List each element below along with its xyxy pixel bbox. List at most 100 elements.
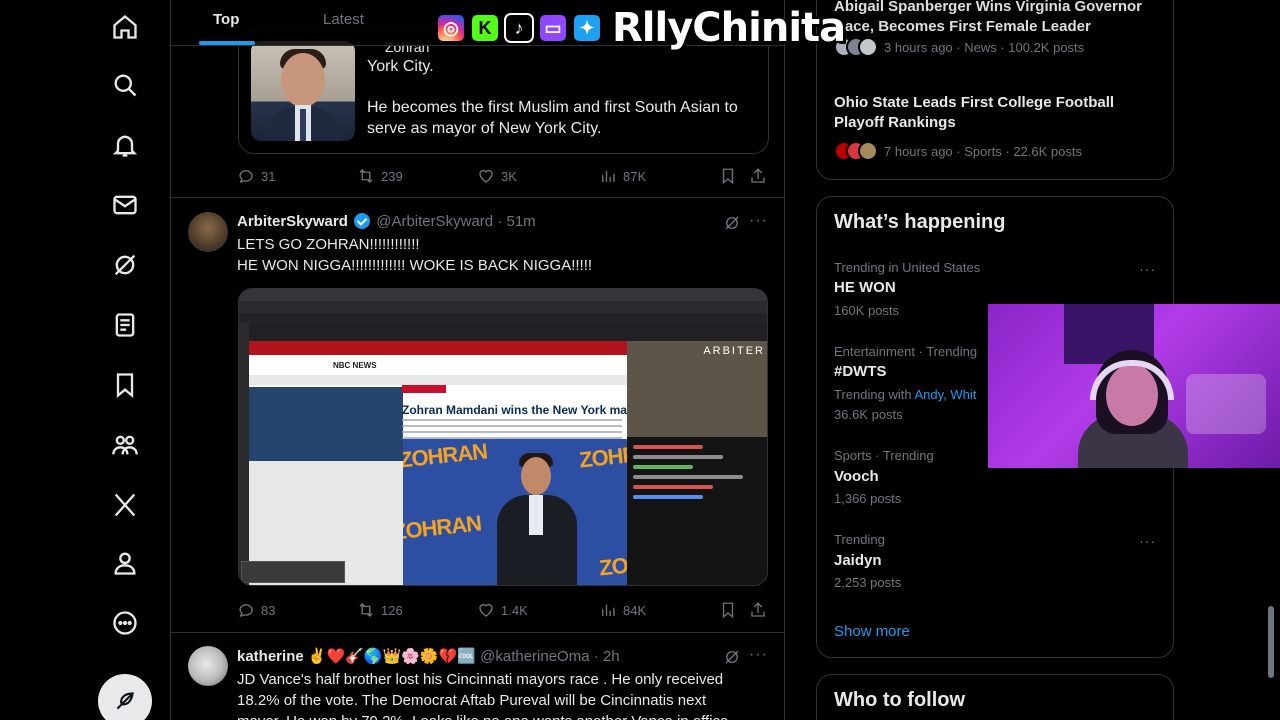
trend-count: 2,253 posts — [834, 575, 902, 590]
profile-icon[interactable] — [108, 546, 142, 580]
grok-icon[interactable] — [723, 214, 741, 232]
trend-with: Trending with Andy, Whit — [834, 387, 976, 402]
views-icon — [602, 170, 615, 182]
like-count: 3K — [501, 168, 517, 184]
display-name[interactable]: katherine ✌️❤️🎸🌎👑🌸🌼💔🆒 — [237, 648, 476, 665]
news-title[interactable]: Ohio State Leads First College Football … — [834, 93, 1154, 133]
grok-icon[interactable] — [723, 648, 741, 666]
more-options-button[interactable]: ··· — [749, 212, 768, 230]
like-button[interactable]: 1.4K — [477, 601, 528, 619]
divider — [171, 632, 784, 633]
repost-icon — [359, 169, 373, 183]
tweet-text: LETS GO ZOHRAN!!!!!!!!!!!! HE WON NIGGA!… — [237, 234, 592, 276]
instagram-icon: ◎ — [436, 13, 466, 43]
like-button[interactable]: 3K — [477, 167, 517, 185]
x-logo-icon[interactable] — [108, 488, 142, 522]
display-name[interactable]: ArbiterSkyward — [237, 213, 348, 230]
repost-icon — [359, 603, 373, 617]
show-more-link[interactable]: Show more — [834, 623, 910, 640]
reply-icon — [239, 170, 253, 184]
views-button[interactable]: 84K — [599, 601, 646, 619]
streamer-cam: ARBITER — [627, 341, 767, 437]
trend-more-button[interactable]: ··· — [1139, 533, 1156, 549]
card-text-line: He becomes the first Muslim and first So… — [367, 99, 738, 116]
tab-latest[interactable]: Latest — [323, 11, 364, 28]
search-icon[interactable] — [108, 68, 142, 102]
reply-count: 83 — [261, 602, 276, 618]
communities-icon[interactable] — [108, 428, 142, 462]
avatar-stack — [834, 141, 878, 161]
trend-name[interactable]: HE WON — [834, 279, 896, 296]
tweet-header: katherine ✌️❤️🎸🌎👑🌸🌼💔🆒 @katherineOma · 2h — [237, 647, 620, 665]
trend-name[interactable]: Vooch — [834, 468, 879, 485]
trend-with-names[interactable]: Andy, Whit — [914, 387, 976, 402]
bell-icon[interactable] — [108, 128, 142, 162]
trend-name[interactable]: Jaidyn — [834, 552, 882, 569]
more-icon[interactable] — [108, 606, 142, 640]
twitter-bird-icon: ✦ — [572, 13, 602, 43]
home-icon[interactable] — [108, 10, 142, 44]
browser-sidebar — [239, 323, 249, 585]
panel-heading: What’s happening — [834, 211, 1006, 233]
news-tag — [402, 385, 446, 393]
news-subtext — [402, 419, 622, 441]
news-title[interactable]: Abigail Spanberger Wins Virginia Governo… — [834, 0, 1154, 37]
handle-time[interactable]: @ArbiterSkyward · 51m — [376, 213, 535, 230]
post-button[interactable] — [98, 674, 152, 720]
share-button[interactable] — [749, 167, 767, 185]
active-tab-indicator — [199, 41, 255, 45]
repost-button[interactable]: 239 — [357, 167, 403, 185]
reply-button[interactable]: 83 — [237, 601, 275, 619]
mini-player — [241, 561, 345, 583]
cam-label: ARBITER — [703, 345, 765, 357]
trend-context: Sports · Trending — [834, 448, 934, 463]
twitch-icon: ▭ — [538, 13, 568, 43]
panel-heading: Who to follow — [834, 689, 966, 711]
tweet-actions: 83 126 1.4K 84K — [237, 601, 767, 621]
trend-count: 1,366 posts — [834, 491, 902, 506]
trend-context: Trending — [834, 532, 885, 547]
repost-button[interactable]: 126 — [357, 601, 403, 619]
more-options-button[interactable]: ··· — [749, 646, 768, 664]
heart-icon — [479, 603, 493, 617]
card-thumbnail — [251, 41, 355, 141]
scrollbar-thumb[interactable] — [1268, 606, 1274, 678]
trend-more-button[interactable]: ··· — [1139, 261, 1156, 277]
trend-name[interactable]: #DWTS — [834, 363, 887, 380]
tweet-actions: 31 239 3K 87K — [237, 167, 767, 187]
bookmark-button[interactable] — [719, 601, 737, 619]
card-text-line: York City. — [367, 58, 434, 75]
share-icon — [751, 168, 765, 183]
avatar[interactable] — [188, 212, 228, 252]
grok-icon[interactable] — [108, 248, 142, 282]
bookmark-button[interactable] — [719, 167, 737, 185]
poster-word: ZOHRAN — [403, 439, 489, 473]
breaking-bar — [249, 341, 627, 355]
handle-time[interactable]: @katherineOma · 2h — [480, 648, 619, 665]
streamer-handle: RllyChinita — [612, 5, 846, 51]
bookmark-icon[interactable] — [108, 368, 142, 402]
trend-context: Trending in United States — [834, 260, 981, 275]
tab-top[interactable]: Top — [213, 11, 239, 28]
who-to-follow-panel: Who to follow — [816, 674, 1174, 720]
left-nav — [0, 0, 170, 720]
news-meta-text: 3 hours ago · News · 100.2K posts — [884, 39, 1085, 55]
news-panel: Abigail Spanberger Wins Virginia Governo… — [816, 0, 1174, 180]
tweet-text-line: JD Vance's half brother lost his Cincinn… — [237, 671, 724, 688]
tweet-header: ArbiterSkyward @ArbiterSkyward · 51m — [237, 213, 536, 230]
mail-icon[interactable] — [108, 188, 142, 222]
tweet-text-line: 18.2% of the vote. The Democrat Aftab Pu… — [237, 692, 707, 709]
repost-count: 126 — [381, 602, 403, 618]
like-count: 1.4K — [501, 602, 528, 618]
news-meta: 3 hours ago · News · 100.2K posts — [834, 37, 1084, 57]
tweet-text-line: HE WON NIGGA!!!!!!!!!!!!! WOKE IS BACK N… — [237, 257, 593, 274]
avatar[interactable] — [188, 646, 228, 686]
lists-icon[interactable] — [108, 308, 142, 342]
tiktok-icon: ♪ — [504, 13, 534, 43]
views-button[interactable]: 87K — [599, 167, 646, 185]
tweet-media[interactable]: NBC NEWS Zohran Mamdani wins the New Yor… — [238, 288, 768, 586]
share-button[interactable] — [749, 601, 767, 619]
reply-button[interactable]: 31 — [237, 167, 275, 185]
heart-icon — [479, 169, 493, 183]
reply-icon — [239, 604, 253, 618]
